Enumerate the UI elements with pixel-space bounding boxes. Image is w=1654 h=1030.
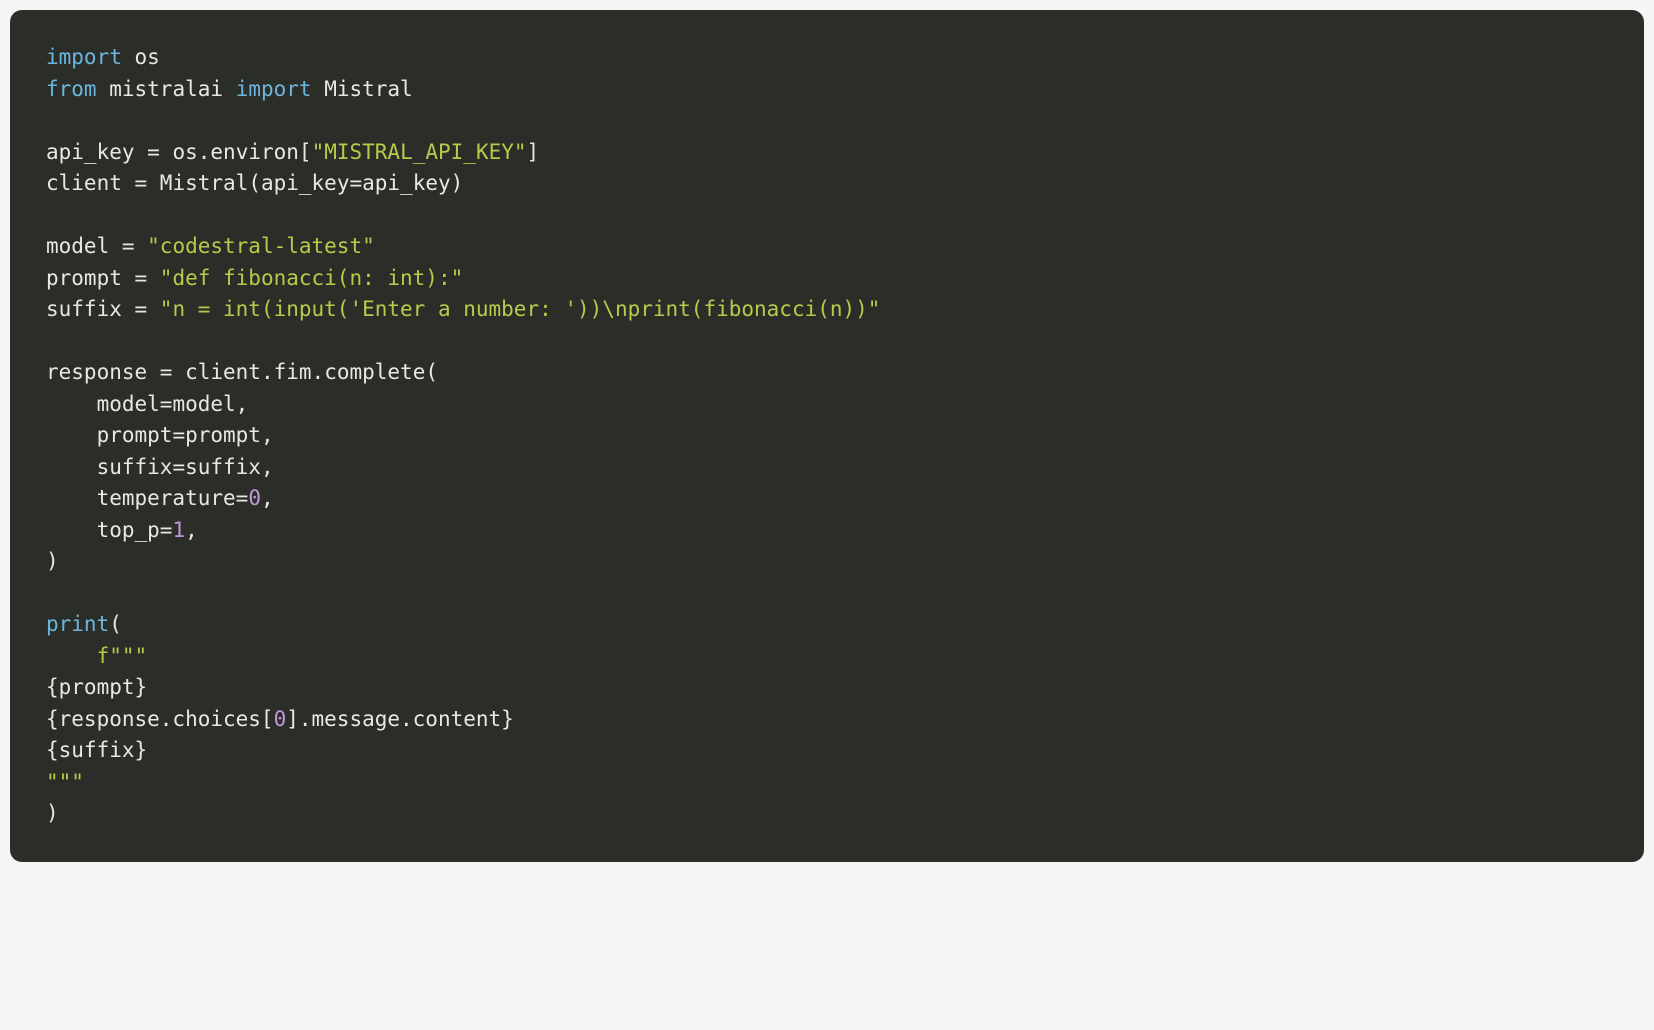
token-fstr: """ [46, 770, 84, 794]
token-op: = [109, 234, 147, 258]
token-op: . [312, 360, 325, 384]
token-op: ( [425, 360, 438, 384]
token-op: ( [248, 171, 261, 195]
token-id: Mistral [160, 171, 249, 195]
token-op: = [236, 486, 249, 510]
token-id: fim [274, 360, 312, 384]
token-id: model [46, 234, 109, 258]
token-op [46, 455, 97, 479]
token-id: top_p [97, 518, 160, 542]
token-op: . [261, 360, 274, 384]
token-id: response [46, 360, 147, 384]
token-op: , [236, 392, 249, 416]
token-op: = [147, 360, 185, 384]
token-id: client [46, 171, 122, 195]
token-op [46, 486, 97, 510]
token-num: 0 [248, 486, 261, 510]
token-fstr: f""" [97, 644, 148, 668]
token-op: , [261, 455, 274, 479]
token-id: api_key [362, 171, 451, 195]
token-op [46, 518, 97, 542]
token-op: = [160, 518, 173, 542]
token-op [46, 644, 97, 668]
token-op: = [172, 455, 185, 479]
token-op: ] [527, 140, 540, 164]
token-op: = [349, 171, 362, 195]
token-interp: ].message.content} [286, 707, 514, 731]
token-op [46, 423, 97, 447]
token-op: = [172, 423, 185, 447]
token-op: ) [46, 549, 59, 573]
token-mod: os [135, 45, 160, 69]
token-id: complete [324, 360, 425, 384]
token-id: os [172, 140, 197, 164]
token-str: "n = int(input('Enter a number: '))\npri… [160, 297, 881, 321]
token-id: model [97, 392, 160, 416]
token-interp: {response.choices[ [46, 707, 274, 731]
token-op: = [122, 297, 160, 321]
token-interp: {suffix} [46, 738, 147, 762]
token-kw: import [46, 45, 122, 69]
token-id: environ [210, 140, 299, 164]
token-op: ) [451, 171, 464, 195]
token-str: "codestral-latest" [147, 234, 375, 258]
token-str: "MISTRAL_API_KEY" [312, 140, 527, 164]
token-op [223, 77, 236, 101]
token-interp: {prompt} [46, 675, 147, 699]
token-id: client [185, 360, 261, 384]
token-op [122, 45, 135, 69]
token-fn: print [46, 612, 109, 636]
token-op: . [198, 140, 211, 164]
token-op: , [261, 423, 274, 447]
token-id: api_key [261, 171, 350, 195]
token-op: = [160, 392, 173, 416]
token-op: , [185, 518, 198, 542]
code-content: import os from mistralai import Mistral … [46, 45, 880, 825]
token-id: prompt [97, 423, 173, 447]
token-num: 0 [274, 707, 287, 731]
token-kw: from [46, 77, 97, 101]
token-op: ) [46, 801, 59, 825]
token-num: 1 [172, 518, 185, 542]
token-op [97, 77, 110, 101]
token-cls: Mistral [324, 77, 413, 101]
token-str: "def fibonacci(n: int):" [160, 266, 463, 290]
token-mod: mistralai [109, 77, 223, 101]
token-op [312, 77, 325, 101]
token-kw: import [236, 77, 312, 101]
token-id: prompt [46, 266, 122, 290]
token-id: prompt [185, 423, 261, 447]
token-op [46, 392, 97, 416]
token-id: suffix [185, 455, 261, 479]
token-op: ( [109, 612, 122, 636]
token-op: = [135, 140, 173, 164]
token-id: suffix [97, 455, 173, 479]
token-id: suffix [46, 297, 122, 321]
token-id: model [172, 392, 235, 416]
token-op: , [261, 486, 274, 510]
token-op: [ [299, 140, 312, 164]
token-op: = [122, 266, 160, 290]
token-id: api_key [46, 140, 135, 164]
token-id: temperature [97, 486, 236, 510]
token-op: = [122, 171, 160, 195]
code-block: import os from mistralai import Mistral … [10, 10, 1644, 862]
